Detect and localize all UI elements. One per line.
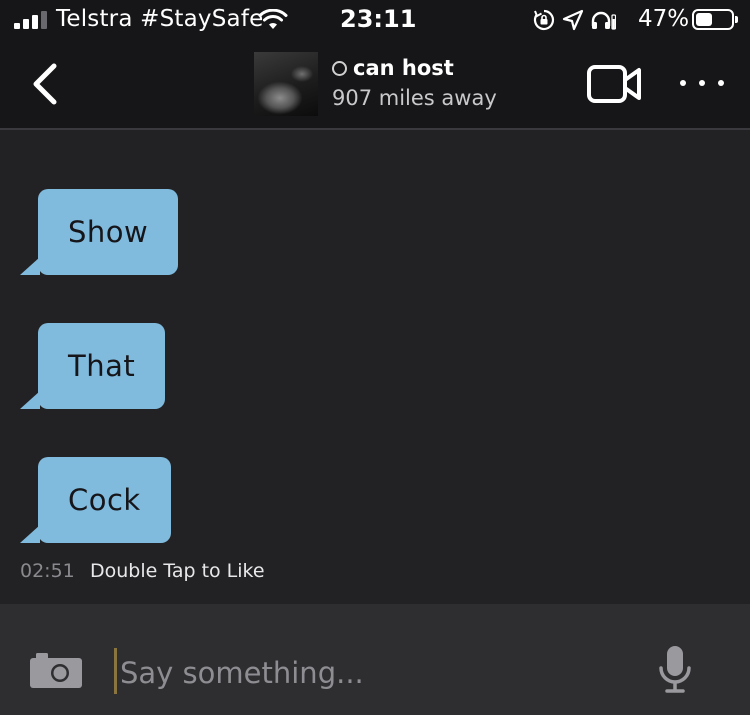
battery-icon xyxy=(692,9,738,30)
presence-label: can host xyxy=(353,56,454,80)
message-timestamp: 02:51 xyxy=(20,560,75,582)
camera-button[interactable] xyxy=(30,652,82,688)
video-call-button[interactable] xyxy=(586,64,642,104)
chat-header: can host 907 miles away xyxy=(0,40,750,130)
bubble-tail xyxy=(20,391,40,409)
chat-screen: Telstra #StaySafe 23:11 47% can host 907… xyxy=(0,0,750,715)
text-cursor xyxy=(114,648,117,694)
status-bar: Telstra #StaySafe 23:11 47% xyxy=(0,0,750,40)
bubble-tail xyxy=(20,525,40,543)
microphone-button[interactable] xyxy=(658,644,692,696)
back-button[interactable] xyxy=(26,60,70,108)
message-input[interactable] xyxy=(120,650,620,696)
message-bubble[interactable]: Cock xyxy=(20,457,171,543)
message-text: Show xyxy=(38,189,179,275)
offline-circle-icon xyxy=(332,60,347,76)
presence-status: can host xyxy=(332,56,454,80)
double-tap-like-hint: Double Tap to Like xyxy=(90,560,265,582)
cellular-signal-icon xyxy=(14,11,47,29)
orientation-lock-icon xyxy=(533,9,555,31)
battery-percent: 47% xyxy=(638,6,690,32)
more-dot xyxy=(718,80,724,86)
message-text: Cock xyxy=(38,457,171,543)
status-icons xyxy=(532,8,616,32)
headphones-icon xyxy=(591,11,616,30)
profile-avatar[interactable] xyxy=(254,52,318,116)
more-dot xyxy=(680,80,686,86)
more-dot xyxy=(699,80,705,86)
message-bubble[interactable]: Show xyxy=(20,189,179,275)
message-bubble[interactable]: That xyxy=(20,323,166,409)
message-text: That xyxy=(38,323,166,409)
location-arrow-icon xyxy=(562,9,584,31)
carrier-name: Telstra #StaySafe xyxy=(56,6,264,32)
bubble-tail xyxy=(20,257,40,275)
distance-label: 907 miles away xyxy=(332,86,497,110)
wifi-icon xyxy=(258,9,288,29)
message-composer xyxy=(0,604,750,715)
more-options-button[interactable] xyxy=(680,68,724,98)
status-time: 23:11 xyxy=(340,5,417,33)
